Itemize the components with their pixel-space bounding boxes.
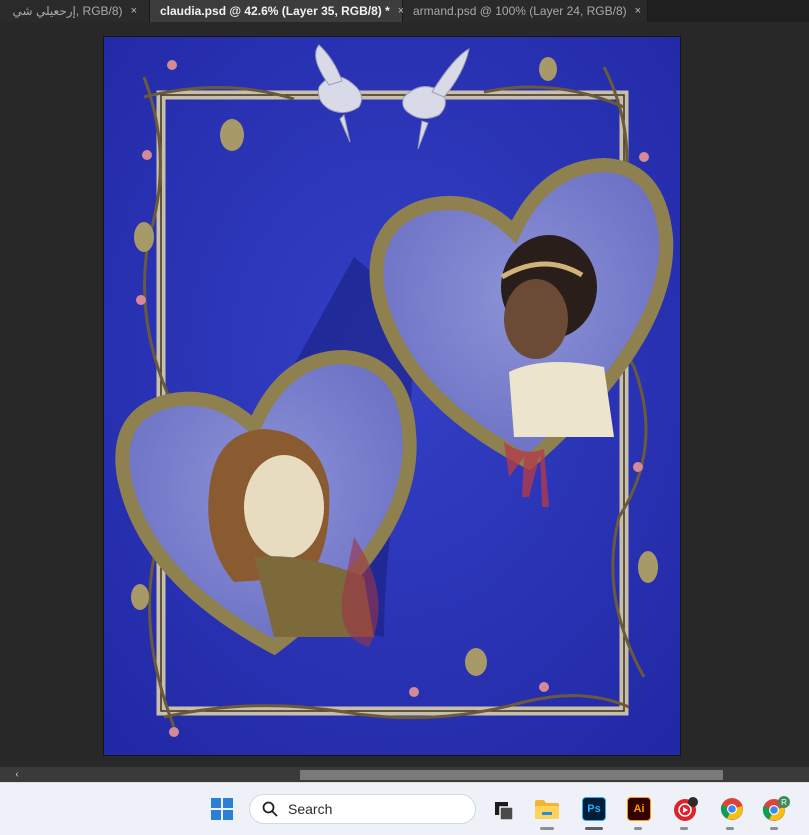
flower — [409, 687, 419, 697]
tab-claudia-psd[interactable]: claudia.psd @ 42.6% (Layer 35, RGB/8) * … — [150, 0, 404, 22]
photoshop-icon[interactable]: Ps — [578, 793, 610, 825]
horizontal-scrollbar[interactable]: ‹ — [0, 766, 809, 783]
search-icon — [262, 801, 278, 817]
task-view-icon[interactable] — [488, 793, 520, 825]
artwork-illustration — [104, 37, 680, 755]
document-tab-bar: إرحعيلي شي, RGB/8) × claudia.psd @ 42.6%… — [0, 0, 809, 22]
search-placeholder: Search — [288, 801, 333, 817]
leaf — [134, 222, 154, 252]
flower — [633, 462, 643, 472]
leaf — [539, 57, 557, 81]
illustrator-icon[interactable]: Ai — [623, 793, 655, 825]
scrollbar-thumb[interactable] — [300, 770, 723, 780]
youtube-music-icon[interactable] — [670, 793, 702, 825]
youtube-running-indicator — [680, 827, 688, 830]
flower — [142, 150, 152, 160]
leaf — [131, 584, 149, 610]
photoshop-label: Ps — [582, 797, 606, 821]
close-icon[interactable]: × — [131, 5, 137, 17]
chrome-profile-running-indicator — [770, 827, 778, 830]
document-canvas[interactable] — [104, 37, 680, 755]
tab-label: claudia.psd @ 42.6% (Layer 35, RGB/8) * — [160, 4, 390, 18]
leaf — [465, 648, 487, 676]
portrait-face — [244, 455, 324, 559]
photoshop-active-indicator — [585, 827, 603, 830]
profile-badge-text: R — [781, 798, 787, 807]
flower — [136, 295, 146, 305]
tab-armand-psd[interactable]: armand.psd @ 100% (Layer 24, RGB/8) × — [403, 0, 648, 22]
illustrator-label: Ai — [627, 797, 651, 821]
file-explorer-icon[interactable] — [531, 793, 563, 825]
canvas-workspace[interactable] — [0, 22, 809, 766]
scroll-left-arrow[interactable]: ‹ — [10, 767, 24, 783]
chrome-icon[interactable] — [716, 793, 748, 825]
portrait-dress — [509, 362, 614, 437]
tab-label: إرحعيلي شي, RGB/8) — [12, 4, 123, 18]
flower — [167, 60, 177, 70]
tab-document-1[interactable]: إرحعيلي شي, RGB/8) × — [0, 0, 150, 22]
explorer-running-indicator — [540, 827, 554, 830]
flower — [639, 152, 649, 162]
illustrator-running-indicator — [634, 827, 642, 830]
leaf — [638, 551, 658, 583]
windows-start-icon[interactable] — [206, 793, 238, 825]
flower — [169, 727, 179, 737]
chrome-profile-icon[interactable]: R — [760, 793, 792, 825]
taskbar-search-box[interactable]: Search — [249, 794, 476, 824]
close-icon[interactable]: × — [635, 5, 641, 17]
leaf — [220, 119, 244, 151]
tab-label: armand.psd @ 100% (Layer 24, RGB/8) — [413, 4, 627, 18]
chrome-running-indicator — [726, 827, 734, 830]
windows-taskbar: Search Ps Ai R — [0, 782, 809, 835]
portrait-face — [504, 279, 568, 359]
flower — [539, 682, 549, 692]
